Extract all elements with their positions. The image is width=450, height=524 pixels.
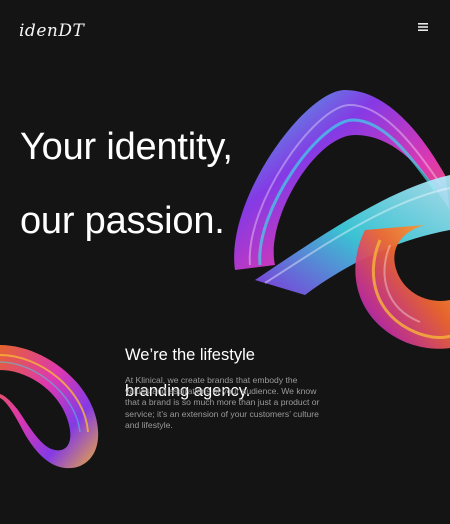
hamburger-menu-icon[interactable] xyxy=(414,18,432,36)
corner-ribbon-artwork xyxy=(0,345,99,469)
hero-title-line2: our passion. xyxy=(20,200,225,242)
landing-page: idenDT Your identity, our passion. We’re… xyxy=(0,0,450,524)
brand-logo[interactable]: idenDT xyxy=(19,21,84,41)
about-body-text: At Klinical, we create brands that embod… xyxy=(125,375,320,430)
hero-title: Your identity, our passion. xyxy=(20,92,233,277)
ribbon-artwork xyxy=(234,90,450,349)
about-heading-line1: We’re the lifestyle xyxy=(125,346,255,364)
hero-title-line1: Your identity, xyxy=(20,126,233,168)
